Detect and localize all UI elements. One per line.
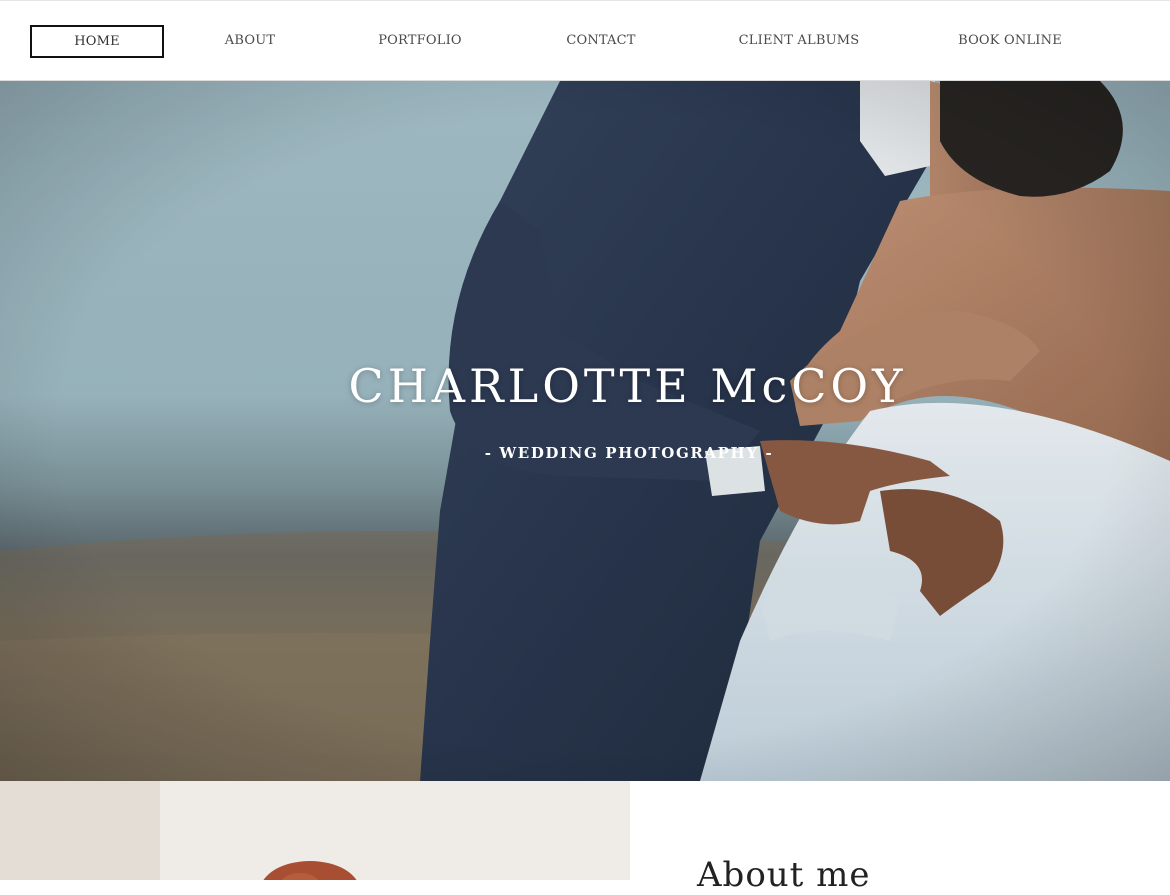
hero-section: CHARLOTTE McCOY - WEDDING PHOTOGRAPHY -	[0, 81, 1170, 781]
hero-subtitle: - WEDDING PHOTOGRAPHY -	[484, 444, 774, 462]
top-navigation: HOME ABOUT PORTFOLIO CONTACT CLIENT ALBU…	[0, 0, 1170, 81]
nav-home[interactable]: HOME	[30, 25, 164, 58]
portrait-image	[0, 781, 630, 880]
nav-about[interactable]: ABOUT	[200, 25, 300, 58]
nav-book-online[interactable]: BOOK ONLINE	[945, 25, 1075, 58]
about-section: About me	[0, 781, 1170, 895]
nav-portfolio[interactable]: PORTFOLIO	[360, 25, 480, 58]
hero-couple-photo	[0, 81, 1170, 781]
hero-title: CHARLOTTE McCOY	[348, 359, 907, 413]
nav-client-albums[interactable]: CLIENT ALBUMS	[728, 25, 870, 58]
about-portrait-photo	[0, 781, 630, 880]
nav-contact[interactable]: CONTACT	[545, 25, 657, 58]
about-heading: About me	[697, 855, 871, 895]
